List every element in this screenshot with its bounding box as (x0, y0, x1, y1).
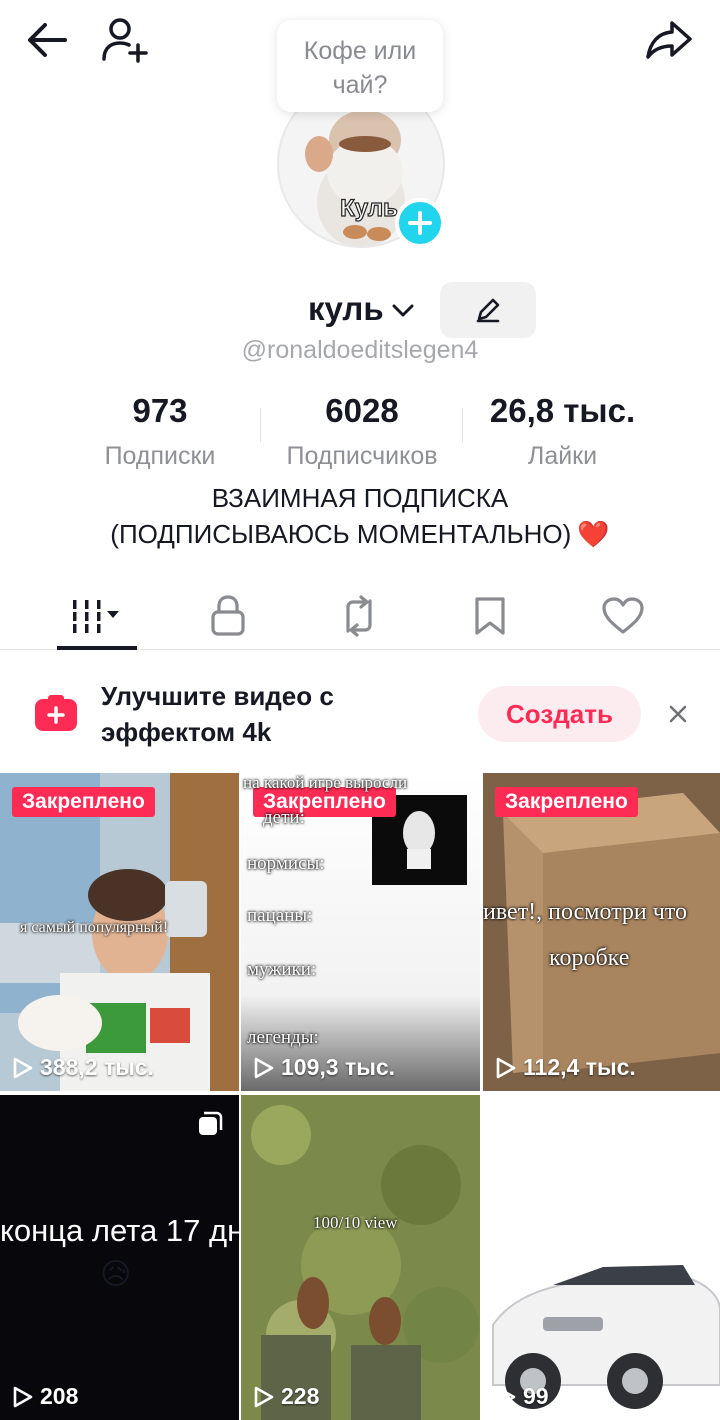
add-story-button[interactable] (395, 198, 445, 248)
play-icon (496, 1057, 516, 1078)
play-icon (13, 1386, 33, 1407)
stat-label: Подписчиков (286, 442, 438, 470)
name-row: куль (0, 282, 720, 340)
pinned-badge: Закреплено (12, 787, 155, 817)
play-icon (254, 1386, 274, 1407)
stat-value: 6028 (325, 392, 399, 429)
bio-line-2: (ПОДПИСЫВАЮСЬ МОМЕНТАЛЬНО) (110, 519, 572, 549)
video-caption: 100/10 view (313, 1213, 398, 1232)
video-line: легенды: (247, 1027, 319, 1048)
back-button[interactable] (22, 18, 72, 62)
video-thumbnail (483, 1095, 720, 1420)
plus-icon (408, 211, 432, 235)
chevron-down-icon[interactable] (390, 298, 416, 324)
tab-liked[interactable] (583, 586, 663, 646)
video-tile[interactable]: Закреплено я самый популярный! 388,2 тыс… (0, 773, 239, 1091)
multi-photo-icon (199, 1111, 223, 1135)
pencil-icon (476, 298, 500, 323)
promo-line-1: Улучшите видео с (101, 681, 334, 711)
lock-icon (211, 595, 245, 636)
video-caption: конца лета 17 дн (0, 1213, 239, 1248)
stat-value: 26,8 тыс. (489, 392, 636, 429)
note-line-2: чай? (332, 71, 388, 99)
video-tile[interactable]: Закреплено на какой игре выросли дети: н… (241, 773, 480, 1091)
avatar-caption: Куль (340, 195, 398, 222)
share-arrow-icon (646, 21, 692, 59)
tab-private[interactable] (188, 586, 268, 646)
share-button[interactable] (640, 16, 698, 64)
profile-bio: ВЗАИМНАЯ ПОДПИСКА (ПОДПИСЫВАЮСЬ МОМЕНТАЛ… (0, 480, 720, 552)
stat-label: Лайки (527, 442, 598, 470)
stat-divider (260, 408, 261, 442)
arrow-left-icon (28, 23, 67, 57)
video-caption: ивет!, посмотри что (483, 899, 687, 925)
view-count: 109,3 тыс. (253, 1054, 395, 1081)
view-count-value: 109,3 тыс. (281, 1054, 396, 1080)
video-tile[interactable]: Закреплено ивет!, посмотри что коробке 1… (483, 773, 720, 1091)
pinned-badge: Закреплено (495, 787, 638, 817)
bookmark-icon (475, 597, 505, 635)
view-count-value: 99 (523, 1383, 549, 1409)
note-line-1: Кофе или (303, 37, 417, 65)
add-user-icon (102, 18, 148, 63)
add-friend-button[interactable] (98, 14, 154, 64)
profile-tabs (0, 580, 720, 650)
view-count: 112,4 тыс. (495, 1054, 636, 1081)
play-icon (254, 1057, 274, 1078)
promo-line-2: эффектом 4k (101, 717, 272, 747)
promo-banner: Улучшите видео с эффектом 4k Создать (0, 652, 720, 770)
video-tile[interactable]: 100/10 view 228 (241, 1095, 480, 1420)
profile-name[interactable]: куль (308, 290, 384, 328)
heart-icon (602, 597, 644, 634)
bio-line-1: ВЗАИМНАЯ ПОДПИСКА (211, 483, 509, 513)
view-count-value: 228 (281, 1383, 320, 1409)
stat-divider (462, 408, 463, 442)
stat-value: 973 (132, 392, 188, 429)
video-line: дети: (263, 807, 305, 828)
view-count-value: 112,4 тыс. (523, 1054, 636, 1080)
close-promo-button[interactable] (660, 696, 696, 732)
heart-emoji: ❤️ (577, 519, 610, 549)
view-count: 99 (495, 1383, 549, 1410)
video-tile[interactable]: конца лета 17 дн 😥 208 (0, 1095, 239, 1420)
close-icon (669, 705, 687, 723)
view-count: 208 (12, 1383, 78, 1410)
view-count: 228 (253, 1383, 319, 1410)
repost-icon (346, 595, 372, 637)
video-thumbnail (241, 1095, 480, 1420)
play-icon (13, 1057, 33, 1078)
play-icon (496, 1386, 516, 1407)
bio-line-2-row: (ПОДПИСЫВАЮСЬ МОМЕНТАЛЬНО) ❤️ (0, 516, 720, 552)
edit-profile-button[interactable] (440, 282, 536, 338)
stat-followers[interactable]: 6028 Подписчиков (272, 392, 452, 471)
video-emoji: 😥 (100, 1258, 132, 1291)
camera-plus-icon (35, 695, 77, 731)
video-caption-top: на какой игре выросли (243, 773, 408, 792)
tab-reposts[interactable] (319, 586, 399, 646)
note-bubble[interactable]: Кофе или чай? (277, 20, 443, 112)
stat-following[interactable]: 973 Подписки (90, 392, 230, 471)
view-count-value: 388,2 тыс. (40, 1054, 155, 1080)
stat-label: Подписки (104, 442, 216, 470)
promo-text: Улучшите видео с эффектом 4k (101, 678, 401, 750)
video-caption-2: коробке (549, 945, 630, 971)
video-caption: я самый популярный! (20, 919, 169, 936)
video-tile[interactable]: 99 (483, 1095, 720, 1420)
view-count-value: 208 (40, 1383, 79, 1409)
stat-likes[interactable]: 26,8 тыс. Лайки (475, 392, 650, 471)
active-tab-indicator (57, 646, 137, 650)
video-line: пацаны: (247, 905, 313, 926)
video-thumbnail (483, 773, 720, 1091)
video-line: нормисы: (247, 853, 325, 874)
view-count: 388,2 тыс. (12, 1054, 154, 1081)
tab-saved[interactable] (450, 586, 530, 646)
video-line: мужики: (247, 959, 317, 980)
tab-videos[interactable] (57, 586, 137, 646)
grid-icon (73, 600, 119, 633)
create-button[interactable]: Создать (478, 686, 641, 742)
profile-handle: @ronaldoeditslegen4 (241, 336, 479, 364)
